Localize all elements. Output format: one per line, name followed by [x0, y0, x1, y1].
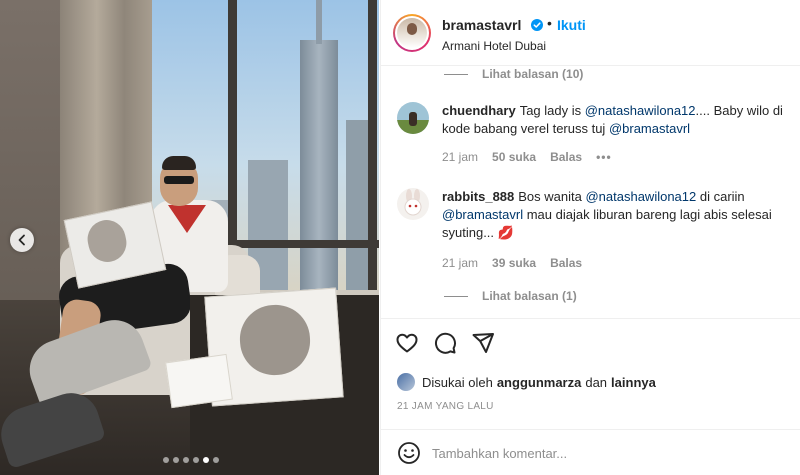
mention-link[interactable]: @bramastavrl [442, 207, 523, 222]
mention-link[interactable]: @natashawilona12 [585, 103, 696, 118]
send-icon[interactable] [471, 331, 495, 355]
carousel-indicator [163, 457, 219, 463]
comment-avatar[interactable] [397, 188, 429, 220]
photo-card [165, 353, 233, 409]
post-timestamp[interactable]: 21 JAM YANG LALU [397, 401, 494, 412]
post-photo [0, 0, 379, 475]
verified-badge-icon [531, 19, 543, 31]
comment-bubble-icon[interactable] [433, 331, 457, 355]
comment-likes[interactable]: 39 suka [492, 256, 536, 270]
photo-sunglasses [164, 176, 194, 184]
photo-tower [300, 40, 338, 290]
carousel-dot [193, 457, 199, 463]
comment-avatar[interactable] [397, 102, 429, 134]
more-options-button[interactable]: ••• [596, 150, 612, 164]
comments-list[interactable]: Lihat balasan (10) chuendhary Tag lady is… [381, 66, 800, 318]
liked-by-user[interactable]: anggunmarza [497, 375, 582, 390]
carousel-dot [213, 457, 219, 463]
photo-window-frame [368, 0, 377, 300]
carousel-dot [173, 457, 179, 463]
comment-time: 21 jam [442, 150, 479, 164]
comment-username[interactable]: rabbits_888 [442, 189, 514, 204]
carousel-dot [183, 457, 189, 463]
reply-button[interactable]: Balas [550, 150, 582, 164]
previous-slide-button[interactable] [10, 228, 34, 252]
comment-likes[interactable]: 50 suka [492, 150, 536, 164]
chevron-left-icon [18, 234, 25, 246]
author-avatar[interactable] [393, 14, 431, 52]
view-replies-button[interactable]: Lihat balasan (1) [444, 288, 577, 304]
header-separator: • [547, 15, 552, 31]
author-username[interactable]: bramastavrl [442, 17, 521, 33]
comment-text: chuendhary Tag lady is @natashawilona12..… [442, 103, 783, 136]
comment-text: rabbits_888 Bos wanita @natashawilona12 d… [442, 189, 772, 240]
liked-by-avatar[interactable] [397, 373, 415, 391]
follow-button[interactable]: Ikuti [557, 17, 586, 33]
photo-tower-spire [316, 0, 322, 44]
carousel-dot [163, 457, 169, 463]
view-replies-button[interactable]: Lihat balasan (10) [444, 66, 583, 82]
comment-meta: 21 jam 50 suka Balas ••• [442, 150, 612, 164]
comment-username[interactable]: chuendhary [442, 103, 516, 118]
comment-meta: 21 jam 39 suka Balas [442, 256, 582, 270]
post-details-panel: bramastavrl • Ikuti Armani Hotel Dubai L… [380, 0, 800, 475]
liked-by-others[interactable]: lainnya [611, 375, 656, 390]
photo-person-hair [162, 156, 196, 170]
emoji-smile-icon[interactable] [397, 441, 421, 465]
heart-icon[interactable] [395, 331, 419, 355]
mention-link[interactable]: @natashawilona12 [585, 189, 696, 204]
comment-time: 21 jam [442, 256, 479, 270]
comment-input[interactable] [432, 442, 782, 464]
post-location[interactable]: Armani Hotel Dubai [442, 39, 546, 53]
add-comment-bar [381, 429, 800, 475]
reply-button[interactable]: Balas [550, 256, 582, 270]
carousel-dot-active [203, 457, 209, 463]
post-header: bramastavrl • Ikuti Armani Hotel Dubai [381, 0, 800, 66]
mention-link[interactable]: @bramastavrl [609, 121, 690, 136]
liked-by: Disukai oleh anggunmarza dan lainnya [397, 371, 660, 393]
